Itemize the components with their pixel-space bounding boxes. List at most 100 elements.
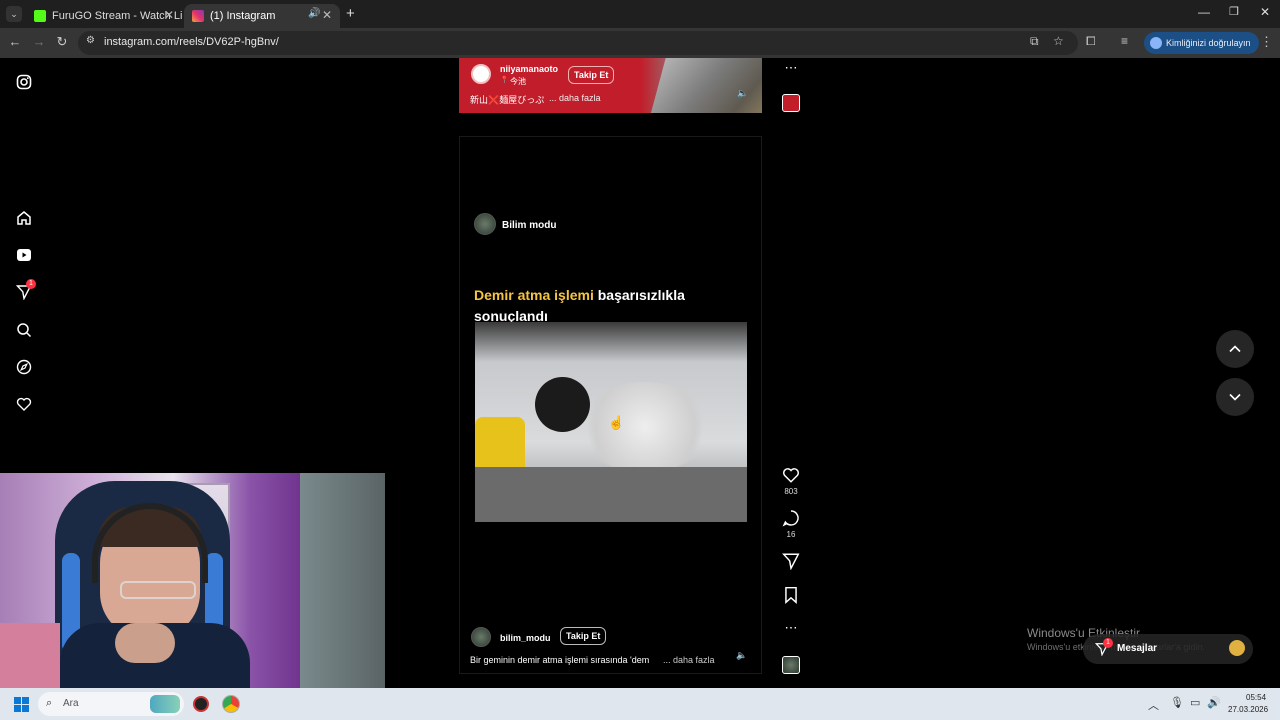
microphone-icon[interactable]: 🎙 [1170, 696, 1184, 709]
clock-time[interactable]: 05:54 [1246, 693, 1266, 702]
chevron-up-icon[interactable]: ︿ [1148, 697, 1159, 713]
glasses [120, 581, 196, 599]
reels-icon[interactable] [14, 245, 34, 265]
notification-badge: 1 [26, 279, 36, 289]
cursor-icon: ☝ [608, 415, 625, 430]
reel-caption: Bir geminin demir atma işlemi sırasında … [470, 655, 650, 665]
like-icon[interactable] [781, 466, 801, 489]
contact-avatar [1229, 640, 1245, 656]
instagram-page: 1 niiyamanaoto 📍 今池 Takip Et 新山❌麺屋びっぷ ..… [0, 58, 1280, 690]
reel-username[interactable]: niiyamanaoto [500, 64, 558, 74]
search-placeholder: Ara [63, 698, 79, 709]
search-icon[interactable] [14, 320, 34, 340]
new-tab-button[interactable]: + [346, 5, 355, 22]
headline-highlight: Demir atma işlemi [474, 287, 594, 303]
smoke-cloud-image [575, 382, 715, 472]
reel-card-previous[interactable]: niiyamanaoto 📍 今池 Takip Et 新山❌麺屋びっぷ ... … [459, 58, 762, 113]
search-icon: ⌕ [46, 697, 53, 709]
next-reel-button[interactable] [1216, 378, 1254, 416]
more-link[interactable]: ... daha fazla [549, 93, 601, 103]
avatar[interactable] [471, 64, 491, 84]
media-control-icon[interactable]: ≡ [1121, 34, 1128, 48]
video-frame[interactable]: ☝ [475, 322, 747, 522]
minimize-button[interactable]: — [1198, 5, 1210, 19]
more-options-icon[interactable]: ⋯ [781, 60, 801, 76]
volume-icon[interactable]: 🔊 [1207, 696, 1221, 709]
deck-floor-image [475, 467, 747, 522]
channel-avatar[interactable] [474, 213, 496, 235]
instagram-icon [192, 10, 204, 22]
more-options-icon[interactable]: ⋯ [781, 620, 801, 636]
audio-thumbnail[interactable] [782, 656, 800, 674]
streamer-hand [115, 623, 175, 663]
home-icon[interactable] [14, 208, 34, 228]
channel-name[interactable]: Bilim modu [502, 220, 556, 231]
headline-rest: başarısızlıkla [593, 287, 685, 303]
location-pin-icon: 📍 [500, 77, 509, 84]
url-text[interactable]: instagram.com/reels/DV62P-hgBnv/ [104, 36, 279, 48]
explore-icon[interactable] [14, 357, 34, 377]
machine-image [649, 58, 762, 113]
comment-icon[interactable] [781, 509, 801, 532]
heart-icon[interactable] [14, 394, 34, 414]
tab-title: (1) Instagram [210, 10, 276, 22]
instagram-logo-icon[interactable] [14, 72, 34, 92]
reel-username[interactable]: bilim_modu [500, 633, 551, 643]
comment-count: 16 [786, 530, 796, 539]
follow-button[interactable]: Takip Et [568, 66, 615, 84]
reel-location[interactable]: 今池 [510, 76, 526, 87]
messages-icon[interactable]: 1 [14, 279, 36, 302]
save-icon[interactable] [781, 586, 801, 609]
verify-label: Kimliğinizi doğrulayın [1166, 38, 1251, 48]
volume-icon[interactable]: 🔈 [736, 650, 747, 661]
previous-reel-button[interactable] [1216, 330, 1254, 368]
share-icon[interactable] [781, 552, 801, 575]
tab-furugo[interactable]: FuruGO Stream - Watch Live o ✕ [26, 4, 182, 28]
audio-thumbnail[interactable] [782, 94, 800, 112]
forward-icon[interactable]: → [30, 34, 48, 49]
volume-icon[interactable]: 🔈 [737, 88, 748, 99]
audio-icon[interactable]: 🔊 [308, 8, 320, 19]
back-icon[interactable]: ← [6, 34, 24, 49]
install-icon[interactable]: ⧉ [1030, 34, 1039, 49]
toolbar: ← → ↻ ⚙ instagram.com/reels/DV62P-hgBnv/… [0, 28, 1280, 58]
messages-badge: 1 [1103, 638, 1113, 648]
tab-strip: ⌄ FuruGO Stream - Watch Live o ✕ (1) Ins… [0, 0, 1280, 28]
messages-pill[interactable]: 1 Mesajlar [1083, 634, 1253, 664]
taskbar-search[interactable]: ⌕ Ara [38, 692, 184, 716]
profile-icon [1150, 37, 1162, 49]
network-icon[interactable]: ▭ [1190, 696, 1200, 709]
windows-start-icon[interactable] [14, 697, 29, 712]
messages-label: Mesajlar [1117, 643, 1158, 654]
site-info-icon[interactable]: ⚙ [86, 35, 95, 46]
extensions-icon[interactable]: ⧠ [1086, 34, 1096, 49]
close-icon[interactable]: ✕ [322, 8, 332, 22]
tab-instagram[interactable]: (1) Instagram 🔊 ✕ [184, 4, 340, 28]
bookmark-star-icon[interactable]: ☆ [1053, 34, 1064, 48]
tab-search-icon[interactable]: ⌄ [6, 6, 22, 22]
more-link[interactable]: ... daha fazla [663, 655, 715, 665]
chrome-icon[interactable] [222, 695, 240, 713]
verify-identity-button[interactable]: Kimliğinizi doğrulayın [1144, 32, 1259, 54]
close-window-button[interactable]: ✕ [1260, 5, 1270, 19]
door-image [300, 473, 385, 690]
webcam-overlay [0, 473, 385, 690]
reel-headline: Demir atma işlemi başarısızlıkla sonuçla… [474, 285, 754, 327]
user-avatar[interactable] [471, 627, 491, 647]
close-icon[interactable]: ✕ [164, 8, 174, 22]
restore-button[interactable]: ❐ [1229, 5, 1239, 18]
kick-icon [34, 10, 46, 22]
reel-caption: 新山❌麺屋びっぷ [470, 95, 545, 105]
reel-card-current[interactable]: Bilim modu Demir atma işlemi başarısızlı… [459, 136, 762, 674]
follow-button[interactable]: Takip Et [560, 627, 607, 645]
cloth-image [0, 623, 60, 690]
address-bar[interactable]: ⚙ instagram.com/reels/DV62P-hgBnv/ ⧉ ☆ [78, 31, 1078, 55]
reload-icon[interactable]: ↻ [53, 34, 71, 50]
search-highlight-image [150, 695, 180, 713]
tab-title: FuruGO Stream - Watch Live o [52, 10, 182, 22]
windows-taskbar: ⌕ Ara ︿ 🎙 ▭ 🔊 05:54 27.03.2026 [0, 688, 1280, 720]
menu-icon[interactable]: ⋮ [1260, 34, 1273, 50]
app-icon-1[interactable] [193, 696, 209, 712]
clock-date[interactable]: 27.03.2026 [1228, 705, 1268, 714]
like-count: 803 [784, 487, 798, 496]
